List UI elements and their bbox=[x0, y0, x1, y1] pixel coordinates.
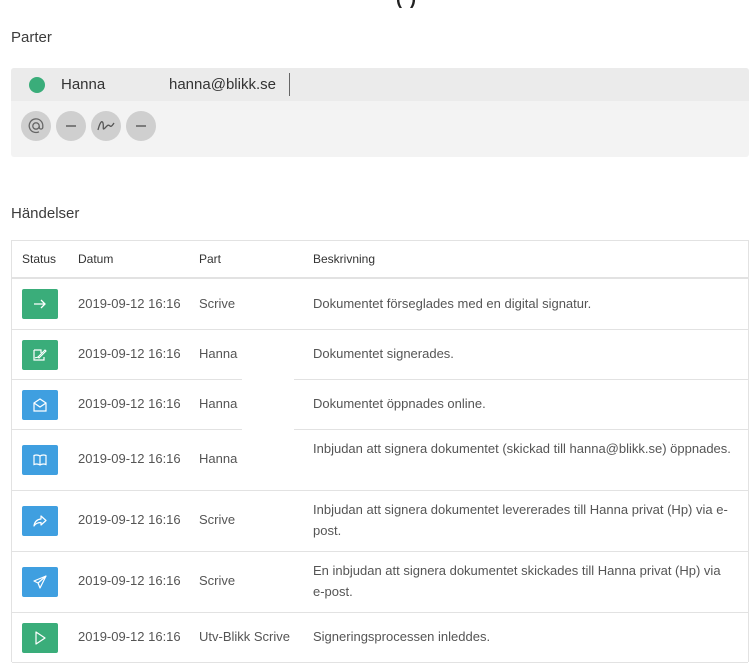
status-cell bbox=[22, 289, 58, 319]
confirmation-none-button[interactable] bbox=[56, 111, 86, 141]
status-cell bbox=[22, 340, 58, 370]
event-date: 2019-09-12 16:16 bbox=[78, 296, 181, 311]
event-date: 2019-09-12 16:16 bbox=[78, 629, 181, 644]
event-party: Scrive bbox=[199, 512, 236, 527]
authentication-none-button[interactable] bbox=[126, 111, 156, 141]
events-table: Status Datum Part Beskrivning 2019-09-12… bbox=[11, 240, 749, 663]
table-row: 2019-09-12 16:16 Scrive Dokumentet förse… bbox=[12, 279, 748, 330]
event-description: Dokumentet förseglades med en digital si… bbox=[313, 296, 592, 311]
minus-icon bbox=[134, 119, 148, 133]
party-row[interactable]: Hanna hanna@blikk.se bbox=[11, 68, 749, 101]
event-description: Inbjudan att signera dokumentet (skickad… bbox=[313, 441, 731, 456]
event-date: 2019-09-12 16:16 bbox=[78, 346, 181, 361]
party-email[interactable]: hanna@blikk.se bbox=[169, 76, 276, 93]
minus-icon bbox=[64, 119, 78, 133]
event-party: Utv-Blikk Scrive bbox=[199, 629, 291, 644]
column-header-status[interactable]: Status bbox=[22, 252, 56, 266]
table-row: 2019-09-12 16:16 Scrive Inbjudan att sig… bbox=[12, 491, 748, 552]
open-envelope-icon bbox=[32, 397, 48, 413]
table-row: 2019-09-12 16:16 Scrive En inbjudan att … bbox=[12, 552, 748, 613]
parter-heading: Parter bbox=[11, 29, 52, 46]
signature-method-button[interactable] bbox=[91, 111, 121, 141]
table-row: 2019-09-12 16:16 Hanna Dokumentet signer… bbox=[12, 330, 748, 380]
signature-icon bbox=[96, 118, 116, 134]
event-party: Scrive bbox=[199, 296, 236, 311]
event-date: 2019-09-12 16:16 bbox=[78, 573, 181, 588]
paper-plane-icon bbox=[32, 574, 48, 590]
party-panel: Hanna hanna@blikk.se bbox=[11, 68, 749, 157]
event-party: Hanna bbox=[199, 346, 238, 361]
event-party: Scrive bbox=[199, 573, 236, 588]
table-row: 2019-09-12 16:16 Hanna Dokumentet öppnad… bbox=[12, 380, 748, 430]
status-cell bbox=[22, 567, 58, 597]
handelser-heading: Händelser bbox=[11, 205, 80, 222]
event-date: 2019-09-12 16:16 bbox=[78, 451, 181, 466]
status-cell bbox=[22, 445, 58, 475]
event-description: Dokumentet signerades. bbox=[313, 346, 454, 361]
signed-document-icon bbox=[32, 347, 48, 363]
email-delivery-button[interactable] bbox=[21, 111, 51, 141]
column-header-description[interactable]: Beskrivning bbox=[313, 252, 375, 266]
event-date: 2019-09-12 16:16 bbox=[78, 512, 181, 527]
border-gap bbox=[242, 429, 294, 430]
table-header: Status Datum Part Beskrivning bbox=[12, 241, 748, 279]
event-party: Hanna bbox=[199, 451, 238, 466]
arrow-right-icon bbox=[32, 296, 48, 312]
border-gap bbox=[242, 379, 294, 380]
play-icon bbox=[32, 630, 48, 646]
column-header-part[interactable]: Part bbox=[199, 252, 221, 266]
at-sign-icon bbox=[27, 117, 45, 135]
table-row: 2019-09-12 16:16 Utv-Blikk Scrive Signer… bbox=[12, 613, 748, 663]
status-cell bbox=[22, 623, 58, 653]
status-cell bbox=[22, 390, 58, 420]
column-header-date[interactable]: Datum bbox=[78, 252, 113, 266]
event-description: Dokumentet öppnades online. bbox=[313, 396, 486, 411]
page-title-fragment: (·)· bbox=[396, 0, 424, 9]
text-cursor bbox=[289, 73, 290, 96]
event-description: En inbjudan att signera dokumentet skick… bbox=[313, 563, 721, 599]
event-description: Inbjudan att signera dokumentet leverera… bbox=[313, 502, 728, 538]
event-date: 2019-09-12 16:16 bbox=[78, 396, 181, 411]
table-row: 2019-09-12 16:16 Hanna Inbjudan att sign… bbox=[12, 430, 748, 491]
status-cell bbox=[22, 506, 58, 536]
open-book-icon bbox=[32, 452, 48, 468]
event-description: Signeringsprocessen inleddes. bbox=[313, 629, 491, 644]
party-name: Hanna bbox=[61, 76, 106, 93]
share-arrow-icon bbox=[32, 513, 48, 529]
event-party: Hanna bbox=[199, 396, 238, 411]
party-status-dot bbox=[29, 77, 45, 93]
